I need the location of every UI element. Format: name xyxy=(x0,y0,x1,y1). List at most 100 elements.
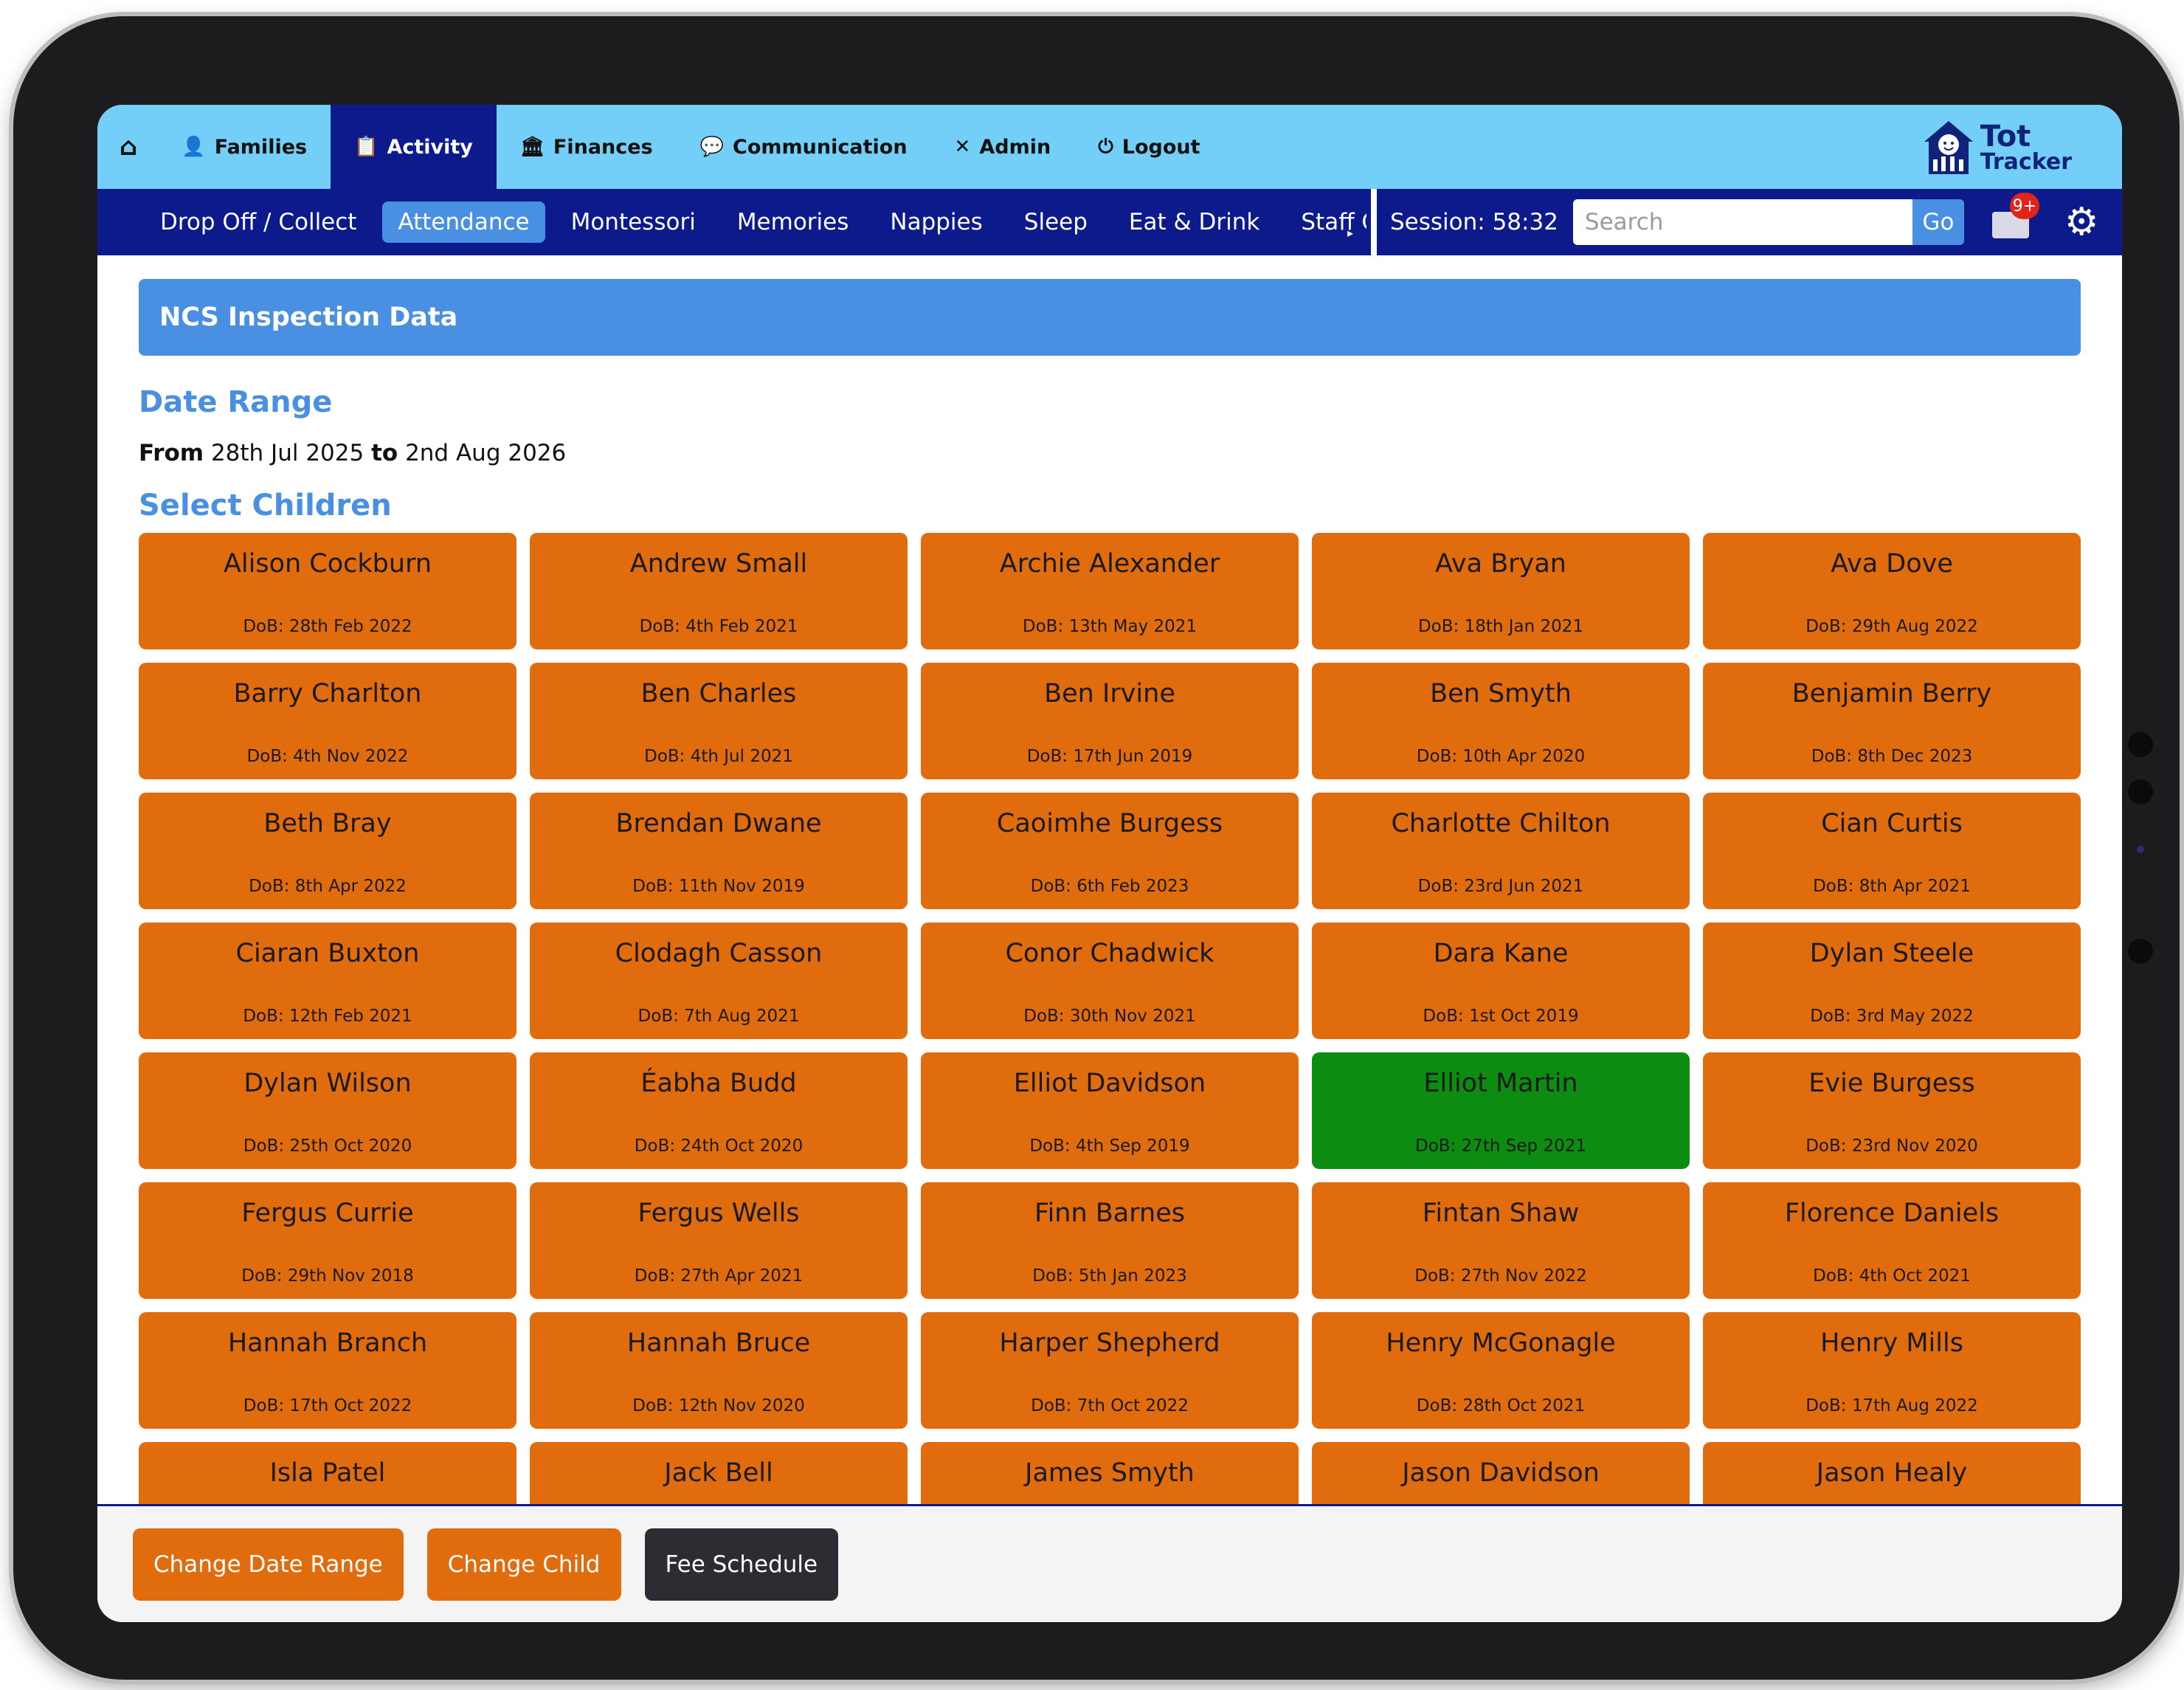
child-name: Fintan Shaw xyxy=(1422,1198,1580,1228)
child-card[interactable]: Fergus Currie DoB: 29th Nov 2018 xyxy=(139,1182,516,1299)
nav-finances[interactable]: 🏛 Finances xyxy=(497,105,677,189)
child-name: Cian Curtis xyxy=(1821,809,1963,838)
child-card[interactable]: Fintan Shaw DoB: 27th Nov 2022 xyxy=(1312,1182,1690,1299)
nav-families[interactable]: 👤 Families xyxy=(158,105,331,189)
child-card[interactable]: Ava Dove DoB: 29th Aug 2022 xyxy=(1703,533,2081,649)
from-label: From xyxy=(139,440,204,466)
child-dob: DoB: 7th Oct 2022 xyxy=(1031,1396,1189,1415)
logo-line-2: Tracker xyxy=(1980,149,2072,175)
sensor-dot xyxy=(2128,939,2153,964)
child-card[interactable]: Dylan Wilson DoB: 25th Oct 2020 xyxy=(139,1052,516,1169)
child-dob: DoB: 7th Aug 2021 xyxy=(637,1007,800,1026)
change-child-button[interactable]: Change Child xyxy=(426,1528,621,1601)
tab-staff-clock[interactable]: Staff Cloc xyxy=(1285,201,1366,243)
child-card[interactable]: Dara Kane DoB: 1st Oct 2019 xyxy=(1312,922,1690,1039)
tab-drop-off-collect[interactable]: Drop Off / Collect xyxy=(145,201,372,243)
nav-logout[interactable]: ⏻ Logout xyxy=(1074,105,1223,189)
child-card[interactable]: Dylan Steele DoB: 3rd May 2022 xyxy=(1703,922,2081,1039)
tab-eat-drink[interactable]: Eat & Drink xyxy=(1113,201,1275,243)
child-card[interactable]: Barry Charlton DoB: 4th Nov 2022 xyxy=(139,663,516,779)
child-name: Jason Davidson xyxy=(1402,1458,1600,1488)
child-name: Henry McGonagle xyxy=(1386,1328,1616,1358)
search-go-button[interactable]: Go xyxy=(1912,199,1964,245)
child-name: Barry Charlton xyxy=(233,679,422,708)
child-dob: DoB: 29th Nov 2018 xyxy=(241,1266,414,1286)
child-card[interactable]: Andrew Small DoB: 4th Feb 2021 xyxy=(530,533,908,649)
fee-schedule-button[interactable]: Fee Schedule xyxy=(644,1528,839,1601)
child-card[interactable]: Evie Burgess DoB: 23rd Nov 2020 xyxy=(1703,1052,2081,1169)
child-card[interactable]: Finn Barnes DoB: 5th Jan 2023 xyxy=(921,1182,1299,1299)
tablet-frame: ⌂ 👤 Families 📋 Activity 🏛 Finances 💬 Com… xyxy=(13,16,2180,1680)
child-name: Elliot Davidson xyxy=(1013,1069,1206,1098)
child-name: Clodagh Casson xyxy=(615,939,823,968)
child-card[interactable]: Ciaran Buxton DoB: 12th Feb 2021 xyxy=(139,922,516,1039)
child-name: Dylan Steele xyxy=(1809,939,1974,968)
subnav-divider xyxy=(1371,189,1377,255)
house-logo-icon xyxy=(1924,121,1973,174)
child-dob: DoB: 27th Nov 2022 xyxy=(1414,1266,1587,1286)
tab-nappies[interactable]: Nappies xyxy=(874,201,998,243)
child-card[interactable]: Fergus Wells DoB: 27th Apr 2021 xyxy=(530,1182,908,1299)
child-card[interactable]: Hannah Branch DoB: 17th Oct 2022 xyxy=(139,1312,516,1429)
clipboard-icon: 📋 xyxy=(354,136,379,158)
messages-button[interactable]: 9+ xyxy=(1991,193,2039,238)
child-card[interactable]: Archie Alexander DoB: 13th May 2021 xyxy=(921,533,1299,649)
child-dob: DoB: 13th May 2021 xyxy=(1022,617,1198,636)
power-icon: ⏻ xyxy=(1098,135,1113,158)
child-dob: DoB: 1st Oct 2019 xyxy=(1423,1007,1579,1026)
search-input[interactable] xyxy=(1572,199,1912,245)
child-name: Ben Charles xyxy=(640,679,797,708)
child-card[interactable]: Harper Shepherd DoB: 7th Oct 2022 xyxy=(921,1312,1299,1429)
child-card[interactable]: Clodagh Casson DoB: 7th Aug 2021 xyxy=(530,922,908,1039)
child-card[interactable]: Elliot Davidson DoB: 4th Sep 2019 xyxy=(921,1052,1299,1169)
child-card[interactable]: Beth Bray DoB: 8th Apr 2022 xyxy=(139,793,516,909)
child-name: Ben Irvine xyxy=(1044,679,1175,708)
nav-activity[interactable]: 📋 Activity xyxy=(331,105,497,189)
child-card[interactable]: Ava Bryan DoB: 18th Jan 2021 xyxy=(1312,533,1690,649)
child-card[interactable]: Henry Mills DoB: 17th Aug 2022 xyxy=(1703,1312,2081,1429)
bank-icon: 🏛 xyxy=(519,136,545,158)
logo-text: Tot Tracker xyxy=(1980,122,2072,173)
change-date-range-button[interactable]: Change Date Range xyxy=(133,1528,404,1601)
child-card[interactable]: Elliot Martin DoB: 27th Sep 2021 xyxy=(1312,1052,1690,1169)
tab-montessori[interactable]: Montessori xyxy=(556,201,711,243)
more-tabs-arrow-icon[interactable]: ▸ xyxy=(1347,226,1353,240)
tab-sleep[interactable]: Sleep xyxy=(1009,201,1103,243)
unread-badge: 9+ xyxy=(2009,193,2039,219)
child-dob: DoB: 17th Jun 2019 xyxy=(1026,747,1193,766)
child-card[interactable]: Henry McGonagle DoB: 28th Oct 2021 xyxy=(1312,1312,1690,1429)
child-name: Hannah Bruce xyxy=(626,1328,811,1358)
tot-tracker-logo[interactable]: Tot Tracker xyxy=(1923,117,2072,179)
home-button[interactable]: ⌂ xyxy=(97,105,158,189)
top-nav: ⌂ 👤 Families 📋 Activity 🏛 Finances 💬 Com… xyxy=(97,105,2122,189)
child-card[interactable]: Caoimhe Burgess DoB: 6th Feb 2023 xyxy=(921,793,1299,909)
nav-communication[interactable]: 💬 Communication xyxy=(677,105,931,189)
settings-gear-icon[interactable]: ⚙ xyxy=(2064,203,2099,241)
child-dob: DoB: 25th Oct 2020 xyxy=(243,1137,412,1156)
child-dob: DoB: 10th Apr 2020 xyxy=(1416,747,1586,766)
child-dob: DoB: 27th Apr 2021 xyxy=(634,1266,804,1286)
tab-attendance[interactable]: Attendance xyxy=(382,201,545,243)
child-card[interactable]: Hannah Bruce DoB: 12th Nov 2020 xyxy=(530,1312,908,1429)
child-card[interactable]: Ben Smyth DoB: 10th Apr 2020 xyxy=(1312,663,1690,779)
date-range-text: From 28th Jul 2025 to 2nd Aug 2026 xyxy=(139,440,2081,466)
chat-icon: 💬 xyxy=(699,136,725,158)
child-card[interactable]: Alison Cockburn DoB: 28th Feb 2022 xyxy=(139,533,516,649)
child-card[interactable]: Conor Chadwick DoB: 30th Nov 2021 xyxy=(921,922,1299,1039)
child-dob: DoB: 18th Jan 2021 xyxy=(1417,617,1584,636)
child-card[interactable]: Ben Charles DoB: 4th Jul 2021 xyxy=(530,663,908,779)
child-card[interactable]: Ben Irvine DoB: 17th Jun 2019 xyxy=(921,663,1299,779)
child-dob: DoB: 5th Jan 2023 xyxy=(1032,1266,1187,1286)
tab-memories[interactable]: Memories xyxy=(722,201,865,243)
child-dob: DoB: 4th Feb 2021 xyxy=(639,617,798,636)
child-name: Henry Mills xyxy=(1820,1328,1963,1358)
child-dob: DoB: 4th Sep 2019 xyxy=(1029,1137,1190,1156)
child-card[interactable]: Benjamin Berry DoB: 8th Dec 2023 xyxy=(1703,663,2081,779)
child-card[interactable]: Charlotte Chilton DoB: 23rd Jun 2021 xyxy=(1312,793,1690,909)
child-name: Jack Bell xyxy=(664,1458,773,1488)
nav-admin[interactable]: ✕ Admin xyxy=(931,105,1075,189)
child-card[interactable]: Florence Daniels DoB: 4th Oct 2021 xyxy=(1703,1182,2081,1299)
child-card[interactable]: Brendan Dwane DoB: 11th Nov 2019 xyxy=(530,793,908,909)
child-card[interactable]: Cian Curtis DoB: 8th Apr 2021 xyxy=(1703,793,2081,909)
child-card[interactable]: Éabha Budd DoB: 24th Oct 2020 xyxy=(530,1052,908,1169)
